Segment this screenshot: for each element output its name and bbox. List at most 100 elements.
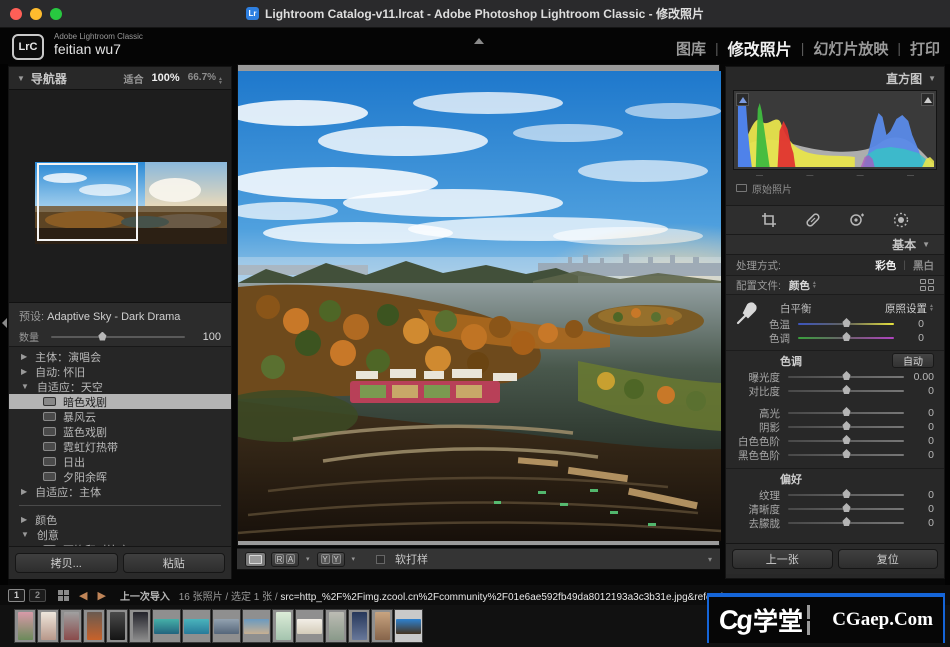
- presence-slider-row[interactable]: 纹理0: [726, 488, 944, 502]
- slider-track[interactable]: [788, 390, 904, 392]
- slider-thumb[interactable]: [842, 407, 851, 416]
- preset-item-row[interactable]: 霓虹灯热带: [9, 439, 231, 454]
- slider-thumb[interactable]: [842, 332, 851, 341]
- module-active[interactable]: 修改照片: [728, 36, 792, 60]
- toolbar-options-caret-icon[interactable]: ▾: [708, 555, 712, 564]
- red-eye-tool-icon[interactable]: [847, 210, 867, 230]
- filmstrip-thumbnail[interactable]: [152, 609, 181, 643]
- slider-track[interactable]: [798, 337, 894, 339]
- zoom-ratio-option[interactable]: 66.7%▲▼: [188, 72, 223, 85]
- preset-item-row[interactable]: 日出: [9, 454, 231, 469]
- white-balance-updown-icon[interactable]: ▲▼: [929, 304, 934, 312]
- slider-track[interactable]: [788, 412, 904, 414]
- highlight-clipping-indicator[interactable]: [921, 93, 934, 106]
- wb-slider-row[interactable]: 色温0: [736, 317, 934, 331]
- filmstrip-thumbnail[interactable]: [129, 609, 151, 643]
- slider-track[interactable]: [788, 376, 904, 378]
- filmstrip-thumbnail[interactable]: [106, 609, 128, 643]
- preset-item-row[interactable]: 蓝色戏剧: [9, 424, 231, 439]
- before-after-button[interactable]: Y Y: [317, 552, 345, 567]
- amount-slider[interactable]: [51, 336, 185, 338]
- tone-slider-row[interactable]: 白色色阶0: [726, 434, 944, 448]
- before-after-caret-icon[interactable]: ▾: [352, 555, 356, 563]
- secondary-screen-button[interactable]: 2: [29, 589, 46, 602]
- profile-updown-icon[interactable]: ▲▼: [812, 281, 817, 289]
- slider-thumb[interactable]: [842, 489, 851, 498]
- navigator-crop-rect[interactable]: [37, 163, 138, 241]
- paste-button[interactable]: 粘贴: [123, 553, 226, 573]
- presence-slider-row[interactable]: 清晰度0: [726, 502, 944, 516]
- filmstrip-thumbnail[interactable]: [14, 609, 36, 643]
- left-panel-collapse-icon[interactable]: [2, 318, 7, 328]
- slider-thumb[interactable]: [842, 318, 851, 327]
- shadow-clipping-indicator[interactable]: [736, 93, 749, 106]
- tone-slider-row[interactable]: 对比度0: [726, 384, 944, 398]
- reference-view-button[interactable]: R A: [271, 552, 299, 567]
- navigator-thumbnail[interactable]: [35, 162, 227, 244]
- preset-group-row[interactable]: ▼自适应：天空: [9, 379, 231, 394]
- filmstrip-thumbnail[interactable]: [295, 609, 324, 643]
- tone-slider-row[interactable]: 黑色色阶0: [726, 448, 944, 462]
- profile-browser-icon[interactable]: [920, 279, 934, 291]
- soft-proof-checkbox[interactable]: [376, 555, 385, 564]
- navigator-preview[interactable]: [9, 89, 231, 303]
- tone-slider-row[interactable]: 曝光度0.00: [726, 370, 944, 384]
- preset-group-row[interactable]: ▶自适应：主体: [9, 484, 231, 499]
- preset-group-row[interactable]: ▶自动: 怀旧: [9, 364, 231, 379]
- slider-track[interactable]: [788, 508, 904, 510]
- wb-slider-row[interactable]: 色调0: [736, 331, 934, 345]
- basic-panel-header[interactable]: 基本 ▼: [726, 235, 944, 255]
- filmstrip-thumbnail[interactable]: [272, 609, 294, 643]
- slider-thumb[interactable]: [842, 435, 851, 444]
- filmstrip-thumbnail[interactable]: [348, 609, 370, 643]
- module-item[interactable]: 图库: [676, 38, 706, 59]
- reference-caret-icon[interactable]: ▾: [306, 555, 310, 563]
- auto-tone-button[interactable]: 自动: [892, 353, 934, 368]
- slider-thumb[interactable]: [842, 517, 851, 526]
- amount-slider-thumb[interactable]: [98, 332, 107, 341]
- slider-thumb[interactable]: [842, 371, 851, 380]
- identity-plate[interactable]: Adobe Lightroom Classic feitian wu7: [54, 32, 143, 57]
- crop-tool-icon[interactable]: [759, 210, 779, 230]
- slider-track[interactable]: [788, 522, 904, 524]
- navigator-header[interactable]: ▼ 导航器 适合 100% 66.7%▲▼: [9, 67, 231, 89]
- slider-track[interactable]: [788, 440, 904, 442]
- grid-view-icon[interactable]: [58, 590, 69, 601]
- minimize-window-button[interactable]: [30, 8, 42, 20]
- treatment-bw-option[interactable]: 黑白: [913, 258, 934, 273]
- healing-tool-icon[interactable]: [803, 210, 823, 230]
- profile-value[interactable]: 颜色: [789, 278, 810, 293]
- slider-track[interactable]: [788, 494, 904, 496]
- preset-group-row[interactable]: ▶主体：演唱会: [9, 349, 231, 364]
- tone-slider-row[interactable]: 阴影0: [726, 420, 944, 434]
- treatment-color-option[interactable]: 彩色: [875, 258, 896, 273]
- top-panel-collapse-icon[interactable]: [474, 38, 484, 44]
- slider-track[interactable]: [798, 323, 894, 325]
- histogram-panel[interactable]: [733, 90, 937, 170]
- copy-button[interactable]: 拷贝...: [15, 553, 118, 573]
- preset-item-row[interactable]: 暗色戏剧: [9, 394, 231, 409]
- filmstrip-thumbnail[interactable]: [371, 609, 393, 643]
- white-balance-eyedropper-icon[interactable]: [734, 301, 760, 327]
- filmstrip-thumbnail[interactable]: [212, 609, 241, 643]
- filmstrip-thumbnail[interactable]: [37, 609, 59, 643]
- presence-slider-row[interactable]: 去朦胧0: [726, 516, 944, 530]
- next-photo-icon[interactable]: ▶: [97, 589, 105, 602]
- previous-button[interactable]: 上一张: [732, 549, 833, 569]
- histogram-header[interactable]: 直方图 ▼: [726, 67, 944, 89]
- slider-track[interactable]: [788, 454, 904, 456]
- filmstrip-thumbnail[interactable]: [394, 609, 423, 643]
- window-controls[interactable]: [10, 8, 62, 20]
- zoom-fit-option[interactable]: 适合: [124, 71, 144, 86]
- preset-group-row[interactable]: ▼创意: [9, 527, 231, 542]
- tone-slider-row[interactable]: 高光0: [726, 406, 944, 420]
- slider-track[interactable]: [788, 426, 904, 428]
- loupe-view-button[interactable]: [245, 552, 266, 567]
- filmstrip-thumbnail[interactable]: [325, 609, 347, 643]
- masking-tool-icon[interactable]: [891, 210, 911, 230]
- zoom-100-option[interactable]: 100%: [152, 72, 180, 84]
- zoom-window-button[interactable]: [50, 8, 62, 20]
- slider-thumb[interactable]: [842, 385, 851, 394]
- original-photo-row[interactable]: 原始照片: [726, 179, 944, 197]
- preset-item-row[interactable]: 暴风云: [9, 409, 231, 424]
